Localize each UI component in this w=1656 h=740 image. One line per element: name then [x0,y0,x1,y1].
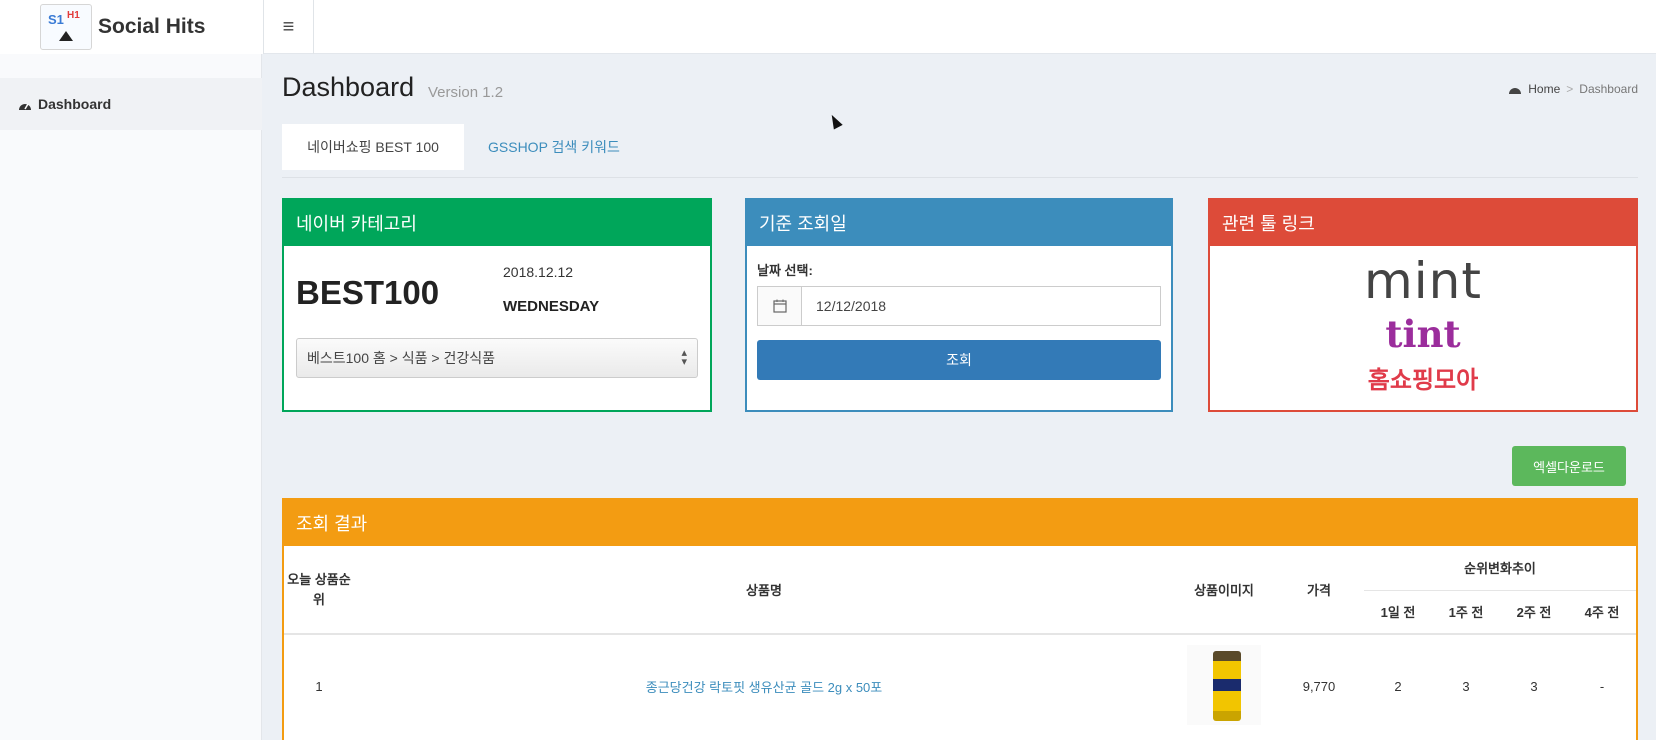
query-button[interactable]: 조회 [757,340,1161,380]
table-row: 1 종근당건강 락토핏 생유산균 골드 2g x 50포 9,770 2 3 3… [284,634,1636,738]
homeshopping-moa-link[interactable]: 홈쇼핑모아 [1210,360,1636,395]
mint-link[interactable]: mint [1210,252,1636,310]
cell-trend-1week: 3 [1462,679,1470,694]
breadcrumb-home[interactable]: Home [1528,82,1560,96]
current-date: 2018.12.12 [503,264,574,280]
date-select-label: 날짜 선택: [757,263,813,278]
naver-category-title: 네이버 카테고리 [284,200,710,246]
logo-area[interactable]: S1 H1 Social Hits [0,0,264,54]
col-rank-trend: 순위변화추이 [1364,546,1636,591]
cell-trend-2week: 3 [1530,679,1538,694]
col-rank: 오늘 상품순위 [287,571,351,607]
breadcrumb-current: Dashboard [1579,82,1638,96]
tab-naver-best100[interactable]: 네이버쇼핑 BEST 100 [282,124,464,170]
hamburger-menu-icon[interactable]: ≡ [264,0,314,54]
category-select-value: 베스트100 홈 > 식품 > 건강식품 [307,350,495,366]
query-date-title: 기준 조회일 [747,200,1171,246]
related-tools-box: 관련 툴 링크 mint tint 홈쇼핑모아 [1208,198,1638,412]
product-image[interactable] [1187,645,1261,725]
date-value[interactable]: 12/12/2018 [802,287,1160,325]
results-table: 오늘 상품순위 상품명 상품이미지 가격 순위변화추이 1일 전 1주 전 2주… [284,546,1636,738]
calendar-icon[interactable] [758,287,802,325]
product-link[interactable]: 종근당건강 락토핏 생유산균 골드 2g x 50포 [646,680,883,695]
dashboard-icon [18,98,32,110]
cell-price: 9,770 [1302,679,1336,694]
app-name: Social Hits [98,15,206,38]
date-field[interactable]: 12/12/2018 [757,286,1161,326]
sidebar-item-label: Dashboard [38,96,112,112]
home-icon [1509,88,1522,94]
col-product-name: 상품명 [746,583,782,598]
logo-mark-shape [59,31,73,41]
cell-product-name: 종근당건강 락토핏 생유산균 골드 2g x 50포 [354,634,1174,738]
naver-category-box: 네이버 카테고리 BEST100 2018.12.12 WEDNESDAY 베스… [282,198,712,412]
page-subtitle: Version 1.2 [428,84,504,101]
current-weekday: WEDNESDAY [503,298,600,315]
cell-product-image [1174,634,1274,738]
cell-rank: 1 [315,679,323,694]
cell-trend-1day: 2 [1394,679,1402,694]
best100-label: BEST100 [296,274,440,311]
tab-bar: 네이버쇼핑 BEST 100 GSSHOP 검색 키워드 [282,124,1638,178]
results-box: 조회 결과 오늘 상품순위 상품명 상품이미지 가격 순위변화추이 1일 전 1… [282,498,1638,740]
col-trend-2week: 2주 전 [1516,605,1552,621]
col-price: 가격 [1307,583,1331,598]
cell-trend-4week: - [1599,679,1605,694]
main-content: Dashboard Version 1.2 Home > Dashboard 네… [264,54,1656,740]
results-title: 조회 결과 [284,500,1636,546]
category-select[interactable]: 베스트100 홈 > 식품 > 건강식품 ▴ ▾ [296,338,698,378]
col-trend-4week: 4주 전 [1584,605,1620,621]
col-trend-1day: 1일 전 [1380,605,1416,621]
breadcrumb: Home > Dashboard [1508,82,1638,96]
related-tools-title: 관련 툴 링크 [1210,200,1636,246]
logo-mark-text-2: H1 [67,10,80,21]
sidebar-item-dashboard[interactable]: Dashboard [0,78,262,130]
tab-gsshop-keywords[interactable]: GSSHOP 검색 키워드 [470,124,638,170]
top-navbar: S1 H1 Social Hits ≡ [0,0,1656,54]
excel-download-button[interactable]: 엑셀다운로드 [1512,446,1626,486]
sidebar: Dashboard [0,54,262,740]
breadcrumb-separator: > [1566,82,1574,96]
select-arrows-icon: ▴ ▾ [681,347,687,368]
col-product-image: 상품이미지 [1194,583,1254,598]
page-title: Dashboard [282,72,415,102]
col-trend-1week: 1주 전 [1448,605,1484,621]
tint-link[interactable]: tint [1210,312,1636,356]
logo-mark-text: S1 [48,12,64,27]
logo-icon: S1 H1 [40,4,92,50]
query-date-box: 기준 조회일 날짜 선택: 12/12/2018 조회 [745,198,1173,412]
